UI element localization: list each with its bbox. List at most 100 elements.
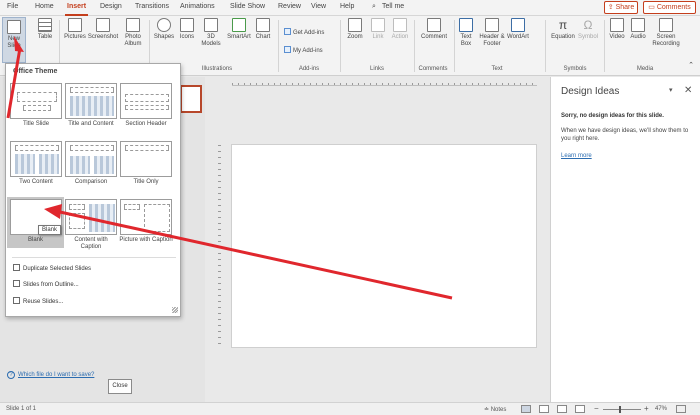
tell-me-search[interactable]: Tell me	[382, 3, 404, 10]
video-button[interactable]: Video	[607, 18, 627, 41]
comment-icon	[427, 18, 441, 32]
separator	[340, 20, 341, 72]
help-link[interactable]: ? Which file do I want to save?	[7, 371, 94, 379]
action-button[interactable]: Action	[389, 18, 411, 41]
tab-transitions[interactable]: Transitions	[135, 3, 169, 10]
comment-button[interactable]: Comment	[418, 18, 450, 41]
chevron-down-icon[interactable]: ▾	[669, 86, 673, 94]
zoom-level[interactable]: 47%	[655, 406, 667, 412]
icons-label: Icons	[179, 34, 195, 40]
group-label-comments: Comments	[418, 66, 448, 72]
tab-animations[interactable]: Animations	[180, 3, 215, 10]
table-icon	[38, 18, 52, 32]
layout-label: Comparison	[74, 179, 108, 185]
header-footer-button[interactable]: Header & Footer	[478, 18, 506, 48]
chart-button[interactable]: Chart	[253, 18, 273, 41]
zoom-label: Zoom	[347, 34, 363, 40]
tab-home[interactable]: Home	[35, 3, 54, 10]
layout-blank[interactable]: Blank	[7, 197, 64, 248]
separator	[414, 20, 415, 72]
layout-label: Blank	[27, 237, 43, 243]
layout-title-slide[interactable]: Title Slide	[9, 83, 63, 128]
layout-comparison[interactable]: Comparison	[64, 141, 118, 186]
link-button[interactable]: Link	[368, 18, 388, 41]
tab-review[interactable]: Review	[278, 3, 301, 10]
my-addins-button[interactable]: My Add-ins	[284, 46, 323, 54]
layout-picture-with-caption[interactable]: Picture with Caption	[119, 199, 173, 244]
group-label-links: Links	[369, 66, 384, 72]
layout-thumbnail	[120, 199, 172, 235]
resize-grip[interactable]	[172, 307, 178, 313]
slide-thumbnail[interactable]	[180, 85, 202, 113]
share-icon: ⇪	[607, 4, 616, 11]
close-button[interactable]: Close	[108, 379, 132, 394]
group-label-addins: Add-ins	[298, 66, 320, 72]
text-box-label: Text Box	[460, 34, 472, 47]
equation-label: Equation	[551, 34, 575, 40]
reuse-slides-label: Reuse Slides...	[23, 299, 64, 305]
status-bar: Slide 1 of 1 ≐ Notes − + 47%	[0, 402, 700, 415]
tab-view[interactable]: View	[311, 3, 326, 10]
layout-section-header[interactable]: Section Header	[119, 83, 173, 128]
chart-label: Chart	[255, 34, 271, 40]
layout-content-with-caption[interactable]: Content with Caption	[64, 199, 118, 251]
get-addins-button[interactable]: Get Add-ins	[284, 28, 324, 36]
duplicate-icon	[13, 264, 20, 271]
shapes-button[interactable]: Shapes	[153, 18, 175, 41]
screenshot-button[interactable]: Screenshot	[87, 18, 119, 41]
learn-more-link[interactable]: Learn more	[561, 153, 592, 159]
design-ideas-pane: Design Ideas ▾ ✕ Sorry, no design ideas …	[550, 77, 700, 402]
normal-view-icon[interactable]	[521, 405, 531, 413]
layout-title-and-content[interactable]: Title and Content	[64, 83, 118, 128]
table-label: Table	[37, 34, 53, 40]
office-theme-header: Office Theme	[13, 68, 58, 75]
3d-models-button[interactable]: 3D Models	[199, 18, 223, 48]
zoom-slider[interactable]	[603, 409, 641, 410]
share-button[interactable]: ⇪ Share	[604, 1, 638, 14]
text-box-button[interactable]: Text Box	[457, 18, 475, 48]
notes-button[interactable]: ≐ Notes	[484, 406, 506, 413]
collapse-ribbon-icon[interactable]: ⌃	[686, 62, 696, 69]
audio-label: Audio	[630, 34, 646, 40]
slide-sorter-icon[interactable]	[539, 405, 549, 413]
reading-view-icon[interactable]	[557, 405, 567, 413]
wordart-button[interactable]: WordArt	[506, 18, 530, 41]
tab-file[interactable]: File	[7, 3, 18, 10]
layout-thumbnail	[10, 83, 62, 119]
slideshow-icon[interactable]	[575, 405, 585, 413]
action-label: Action	[391, 34, 409, 40]
duplicate-label: Duplicate Selected Slides	[23, 266, 92, 272]
layout-thumbnail	[120, 141, 172, 177]
equation-button[interactable]: π Equation	[549, 18, 577, 41]
reuse-slides[interactable]: Reuse Slides...	[13, 297, 63, 305]
slide-canvas[interactable]	[231, 144, 537, 348]
duplicate-selected-slides[interactable]: Duplicate Selected Slides	[13, 264, 91, 272]
layout-title-only[interactable]: Title Only	[119, 141, 173, 186]
slides-from-outline[interactable]: Slides from Outline...	[13, 280, 79, 288]
tab-help[interactable]: Help	[340, 3, 354, 10]
zoom-slider-thumb[interactable]	[619, 406, 621, 413]
zoom-out-icon[interactable]: −	[594, 404, 599, 413]
smartart-button[interactable]: SmartArt	[225, 18, 253, 41]
screen-recording-button[interactable]: Screen Recording	[650, 18, 682, 48]
search-icon[interactable]: ⌕	[372, 3, 376, 11]
table-button[interactable]: Table	[34, 18, 56, 41]
layout-two-content[interactable]: Two Content	[9, 141, 63, 186]
zoom-in-icon[interactable]: +	[644, 404, 649, 413]
audio-button[interactable]: Audio	[628, 18, 648, 41]
photo-album-button[interactable]: Photo Album	[120, 18, 146, 48]
fit-to-window-icon[interactable]	[676, 405, 686, 413]
new-slide-button[interactable]: New Slide	[2, 17, 26, 63]
header-footer-label: Header & Footer	[479, 34, 505, 47]
new-slide-icon	[7, 20, 21, 34]
tab-insert[interactable]: Insert	[64, 3, 89, 16]
symbol-button[interactable]: Ω Symbol	[577, 18, 599, 41]
pictures-button[interactable]: Pictures	[63, 18, 87, 41]
close-icon[interactable]: ✕	[684, 85, 692, 96]
comments-button[interactable]: ▭ Comments	[643, 1, 696, 14]
icons-button[interactable]: Icons	[177, 18, 197, 41]
my-addins-label: My Add-ins	[293, 48, 323, 54]
tab-slide-show[interactable]: Slide Show	[230, 3, 265, 10]
tab-design[interactable]: Design	[100, 3, 122, 10]
zoom-button[interactable]: Zoom	[344, 18, 366, 41]
